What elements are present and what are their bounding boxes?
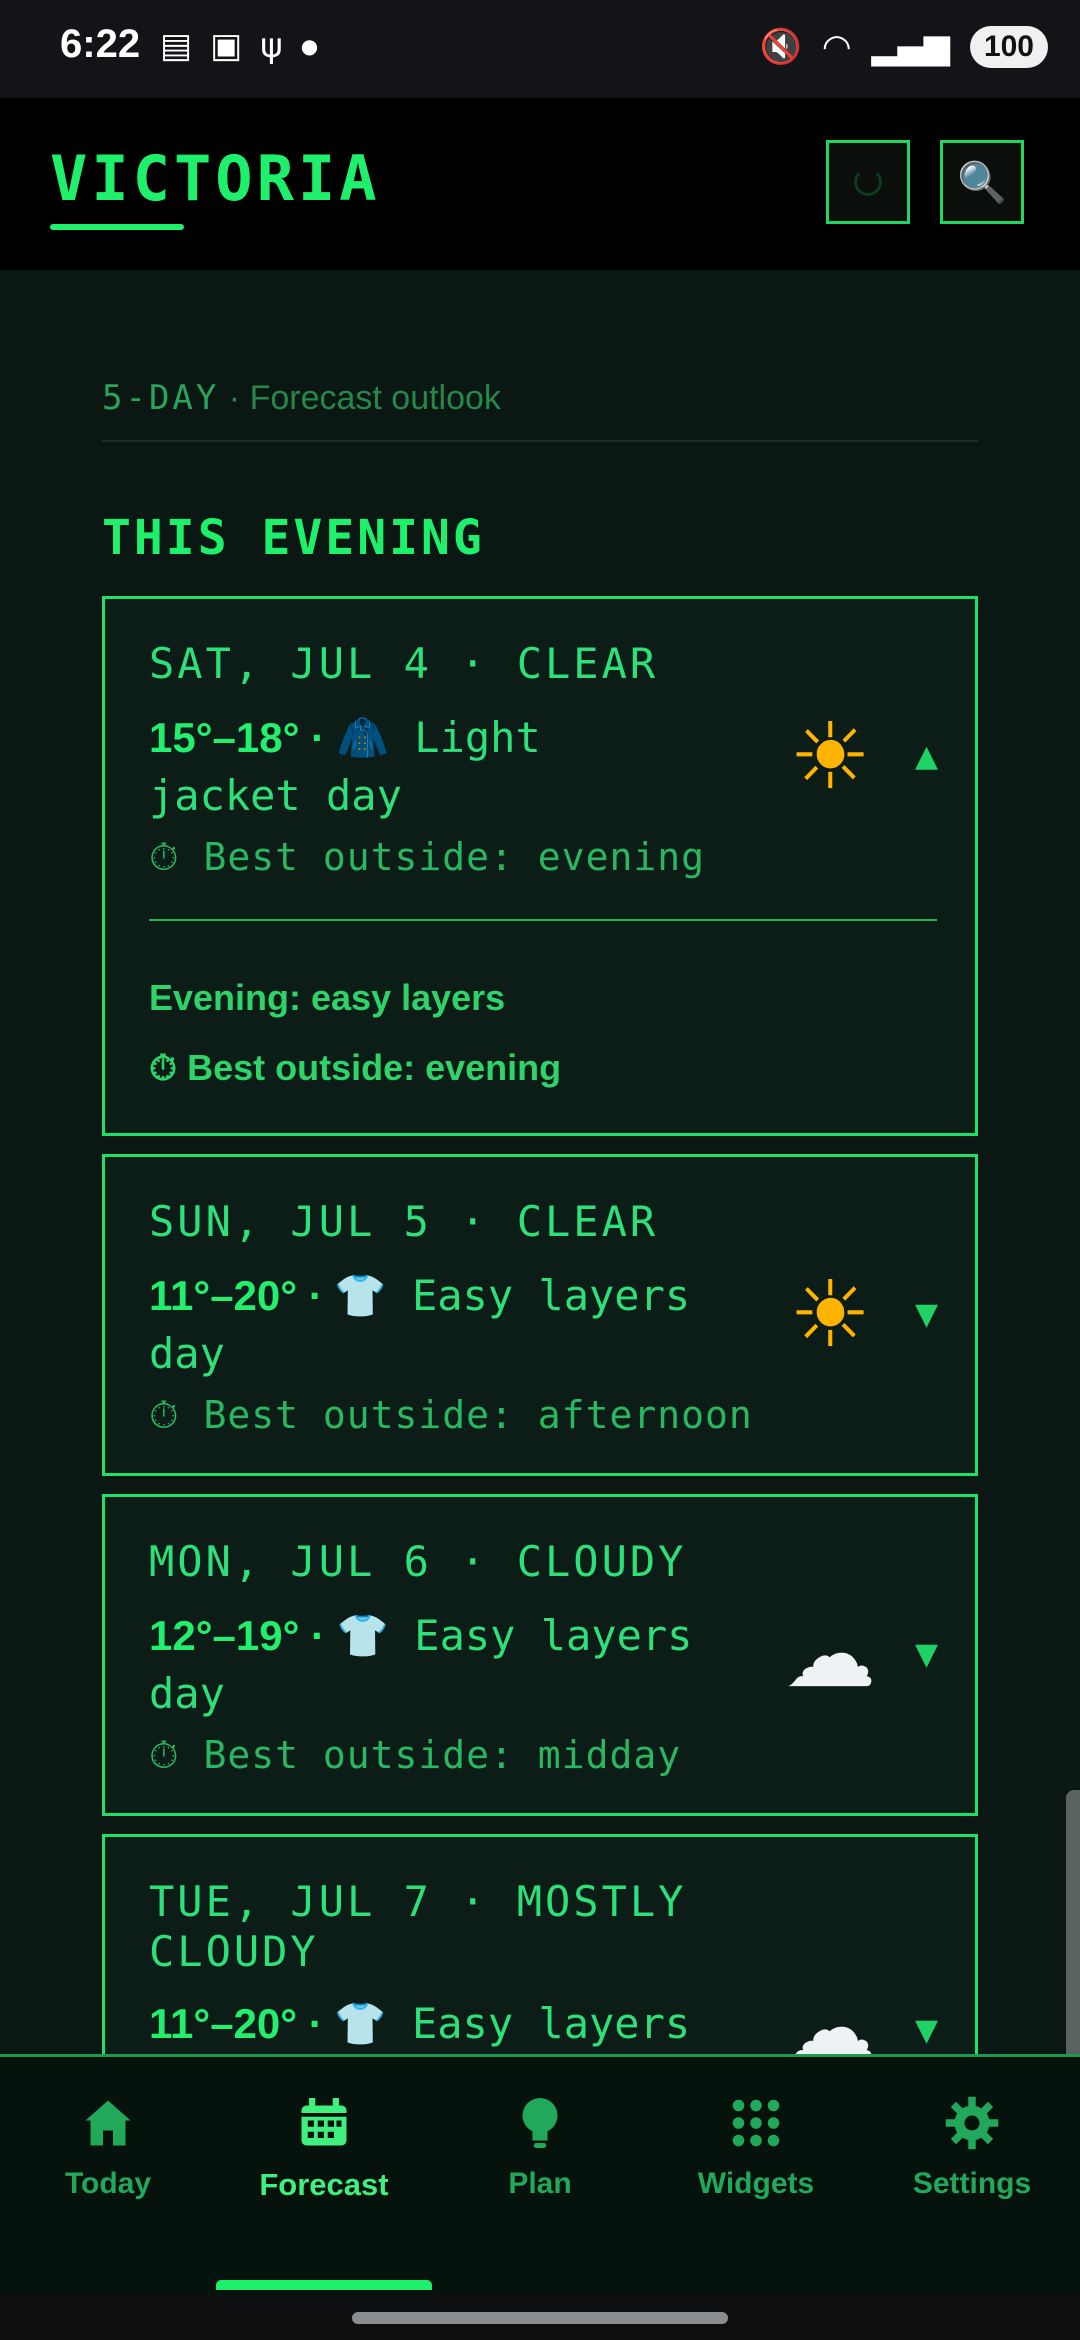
detail-evening: Evening: easy layers (149, 977, 506, 1018)
home-gesture-handle[interactable] (352, 2312, 728, 2324)
forecast-day-card[interactable]: SUN, JUL 5 · CLEAR 11°–20° · 👕 Easy laye… (102, 1154, 978, 1476)
section-header: 5-DAY · Forecast outlook (102, 378, 978, 442)
refresh-icon (854, 168, 882, 196)
active-tab-indicator (216, 2280, 432, 2290)
evening-heading: THIS EVENING (102, 510, 485, 566)
jacket-icon: 🧥 (336, 713, 390, 762)
section-subtitle: · Forecast outlook (219, 379, 501, 417)
section-title: 5-DAY (102, 378, 220, 418)
clothing-advice: Easy layers (386, 1999, 691, 2048)
usb-icon: ψ (260, 26, 283, 66)
best-outside: ⏱ Best outside: afternoon (149, 1393, 753, 1437)
app-header: VICTORIA 🔍 (0, 98, 1080, 270)
forecast-day-card[interactable]: TUE, JUL 7 · MOSTLY CLOUDY 11°–20° · 👕 E… (102, 1834, 978, 2082)
best-outside: ⏱ Best outside: midday (149, 1733, 682, 1777)
day-title: SUN, JUL 5 · CLEAR (149, 1197, 659, 1246)
nav-item-today[interactable]: Today (8, 2087, 208, 2201)
tshirt-icon: 👕 (336, 1611, 390, 1660)
refresh-button[interactable] (826, 140, 910, 224)
grid-icon (656, 2087, 856, 2159)
search-button[interactable]: 🔍 (940, 140, 1024, 224)
best-outside: ⏱ Best outside: evening (149, 835, 705, 879)
card-divider (149, 919, 937, 921)
chevron-down-icon[interactable]: ▼ (915, 1297, 938, 1332)
tshirt-icon: 👕 (334, 1999, 387, 2048)
day-title: SAT, JUL 4 · CLEAR (149, 639, 659, 688)
status-bar: 6:22 ▤ ▣ ψ ● 🔇 ◠ ▂▄▆ 100 (0, 0, 1080, 98)
status-time: 6:22 (60, 22, 141, 66)
temp-summary: 11°–20° · 👕 Easy layers (149, 1999, 691, 2048)
gear-icon (872, 2087, 1072, 2159)
nav-item-plan[interactable]: Plan (440, 2087, 640, 2201)
temp-range: 11°–20° (149, 2000, 298, 2047)
mute-icon: 🔇 (759, 27, 802, 67)
cloud-icon: ☁ (784, 1600, 876, 1708)
nav-item-forecast[interactable]: Forecast (224, 2087, 424, 2203)
nav-item-settings[interactable]: Settings (872, 2087, 1072, 2201)
city-title[interactable]: VICTORIA (50, 142, 381, 215)
day-title: TUE, JUL 7 · MOSTLY CLOUDY (149, 1877, 687, 1976)
lightbulb-icon (440, 2087, 640, 2159)
temp-range: 11°–20° (149, 1272, 298, 1319)
city-underline (50, 224, 184, 230)
wifi-icon: ◠ (821, 27, 852, 67)
chat-icon: ▣ (210, 26, 243, 66)
bottom-navigation: Today Forecast Plan Widgets Settings (0, 2054, 1080, 2297)
sun-icon: ☀ (788, 702, 872, 810)
temp-summary: 12°–19° · 👕 Easy layers day (149, 1611, 693, 1718)
dot-icon: ● (300, 34, 319, 58)
home-icon (8, 2087, 208, 2159)
forecast-day-card[interactable]: SAT, JUL 4 · CLEAR 15°–18° · 🧥 Light jac… (102, 596, 978, 1136)
search-icon: 🔍 (957, 159, 1007, 206)
tshirt-icon: 👕 (334, 1271, 387, 1320)
chevron-down-icon[interactable]: ▼ (915, 1637, 938, 1672)
signal-icon: ▂▄▆ (871, 27, 950, 67)
stack-icon: ▤ (160, 26, 193, 66)
gesture-bar (0, 2294, 1080, 2340)
nav-item-widgets[interactable]: Widgets (656, 2087, 856, 2201)
temp-summary: 11°–20° · 👕 Easy layers day (149, 1271, 691, 1378)
temp-range: 12°–19° (149, 1612, 300, 1659)
forecast-day-card[interactable]: MON, JUL 6 · CLOUDY 12°–19° · 👕 Easy lay… (102, 1494, 978, 1816)
calendar-icon (224, 2087, 424, 2159)
detail-best-outside: ⏱ Best outside: evening (149, 1047, 562, 1088)
temp-range: 15°–18° (149, 714, 300, 761)
temp-summary: 15°–18° · 🧥 Light jacket day (149, 713, 541, 820)
sun-icon: ☀ (788, 1260, 872, 1368)
day-title: MON, JUL 6 · CLOUDY (149, 1537, 687, 1586)
chevron-up-icon[interactable]: ▲ (915, 739, 938, 774)
battery-indicator: 100 (969, 26, 1048, 68)
chevron-down-icon[interactable]: ▼ (915, 2013, 938, 2048)
